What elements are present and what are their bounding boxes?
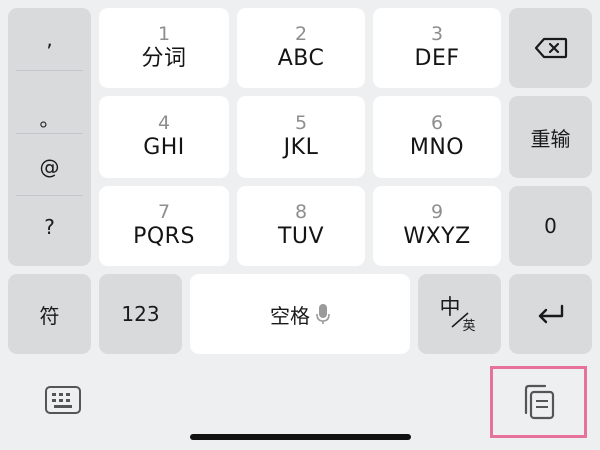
- key-digit: 7: [157, 201, 171, 223]
- key-digit: 2: [294, 23, 308, 45]
- key-digit: 4: [157, 112, 171, 134]
- cn-en-switch-content: 中 英: [430, 289, 490, 339]
- key-5-jkl[interactable]: 5 JKL: [237, 96, 365, 178]
- key-letters: DEF: [414, 46, 460, 71]
- key-digit: 6: [430, 112, 444, 134]
- reenter-button[interactable]: 重输: [509, 96, 592, 178]
- switch-english-label: 英: [462, 319, 476, 334]
- reenter-label: 重输: [530, 126, 571, 151]
- numbers-button[interactable]: 123: [99, 274, 182, 354]
- space-button[interactable]: 空格: [190, 274, 410, 354]
- zero-button[interactable]: 0: [509, 186, 592, 266]
- key-letters: PQRS: [133, 224, 195, 249]
- keyboard-icon: [45, 386, 81, 414]
- key-letters: JKL: [283, 135, 319, 160]
- punct-comma-label: ,: [46, 27, 53, 51]
- key-digit: 3: [430, 23, 444, 45]
- key-letters: MNO: [409, 135, 465, 160]
- punct-comma-key[interactable]: ,: [8, 8, 91, 70]
- punct-question-label: ?: [44, 215, 55, 239]
- punct-question-key[interactable]: ?: [8, 196, 91, 258]
- key-4-ghi[interactable]: 4 GHI: [99, 96, 229, 178]
- key-2-abc[interactable]: 2 ABC: [237, 8, 365, 88]
- clipboard-icon: [524, 384, 555, 420]
- key-6-mno[interactable]: 6 MNO: [373, 96, 501, 178]
- key-letters: 分词: [141, 46, 187, 71]
- punct-at-key[interactable]: @: [8, 136, 91, 198]
- key-digit: 5: [294, 112, 308, 134]
- keyboard-switch-button[interactable]: [40, 380, 86, 420]
- slash-divider: [451, 312, 468, 328]
- enter-return-icon: [538, 304, 563, 324]
- key-letters: TUV: [277, 224, 325, 249]
- symbols-label: 符: [39, 303, 60, 328]
- key-digit: 8: [294, 201, 308, 223]
- microphone-icon: [316, 304, 330, 324]
- key-7-pqrs[interactable]: 7 PQRS: [99, 186, 229, 266]
- key-digit: 9: [430, 201, 444, 223]
- key-3-def[interactable]: 3 DEF: [373, 8, 501, 88]
- clipboard-button[interactable]: [512, 380, 562, 424]
- zero-label: 0: [544, 214, 557, 238]
- punct-at-label: @: [39, 155, 60, 179]
- key-8-tuv[interactable]: 8 TUV: [237, 186, 365, 266]
- punct-divider: [16, 133, 83, 134]
- enter-button[interactable]: [509, 274, 592, 354]
- punct-divider: [16, 70, 83, 71]
- key-9-wxyz[interactable]: 9 WXYZ: [373, 186, 501, 266]
- cn-en-switch-button[interactable]: 中 英: [418, 274, 501, 354]
- symbols-button[interactable]: 符: [8, 274, 91, 354]
- space-label: 空格: [270, 303, 310, 328]
- key-letters: WXYZ: [403, 224, 471, 249]
- key-letters: ABC: [277, 46, 325, 71]
- punctuation-column[interactable]: , 。 @ ?: [8, 8, 91, 266]
- key-digit: 1: [157, 23, 171, 45]
- backspace-button[interactable]: [509, 8, 592, 88]
- numbers-label: 123: [121, 302, 160, 326]
- key-1-fenci[interactable]: 1 分词: [99, 8, 229, 88]
- backspace-icon: [534, 37, 567, 59]
- space-content: 空格: [270, 300, 330, 329]
- home-indicator[interactable]: [190, 434, 411, 440]
- punct-period-label: 。: [39, 106, 60, 131]
- key-letters: GHI: [143, 135, 185, 160]
